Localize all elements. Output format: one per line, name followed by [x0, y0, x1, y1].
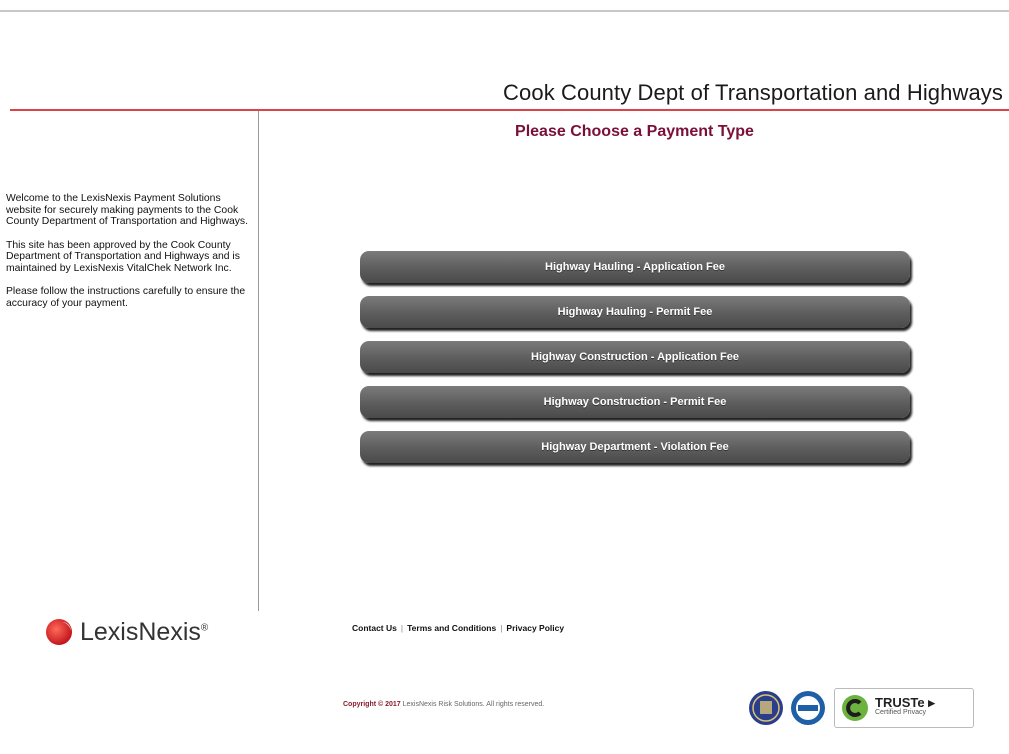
lexisnexis-logo-text: LexisNexis®: [80, 617, 209, 646]
top-border: [0, 10, 1009, 12]
contact-us-link[interactable]: Contact Us: [352, 623, 397, 633]
truste-icon: [842, 695, 868, 721]
page-title: Please Choose a Payment Type: [515, 123, 754, 140]
nacha-badge-icon[interactable]: [790, 690, 826, 726]
terms-link[interactable]: Terms and Conditions: [407, 623, 496, 633]
footer-links: Contact Us | Terms and Conditions | Privacy …: [352, 623, 565, 633]
hauling-application-fee-button[interactable]: Highway Hauling - Application Fee: [360, 251, 910, 283]
page-header-title: Cook County Dept of Transportation and H…: [503, 80, 1003, 105]
copyright-text: LexisNexis Risk Solutions. All rights re…: [402, 701, 545, 708]
truste-badge[interactable]: TRUSTe ▸ Certified Privacy: [834, 688, 974, 728]
hauling-permit-fee-button[interactable]: Highway Hauling - Permit Fee: [360, 296, 910, 328]
privacy-policy-link[interactable]: Privacy Policy: [506, 623, 564, 633]
header-divider: [10, 109, 1009, 111]
copyright: Copyright © 2017 LexisNexis Risk Solutio…: [343, 701, 544, 708]
sidebar-welcome-text: Welcome to the LexisNexis Payment Soluti…: [6, 193, 248, 227]
trust-badges: TRUSTe ▸ Certified Privacy: [748, 688, 974, 728]
play-arrow-icon: ▸: [928, 695, 935, 710]
construction-application-fee-button[interactable]: Highway Construction - Application Fee: [360, 341, 910, 373]
sidebar-approval-text: This site has been approved by the Cook …: [6, 239, 240, 274]
seal-badge-icon[interactable]: [748, 690, 784, 726]
department-violation-fee-button[interactable]: Highway Department - Violation Fee: [360, 431, 910, 463]
sidebar: Welcome to the LexisNexis Payment Soluti…: [6, 193, 252, 321]
truste-subtitle: Certified Privacy: [875, 709, 926, 716]
construction-permit-fee-button[interactable]: Highway Construction - Permit Fee: [360, 386, 910, 418]
sidebar-instructions-text: Please follow the instructions carefully…: [6, 286, 246, 309]
copyright-year: Copyright © 2017: [343, 701, 401, 708]
lexisnexis-logo: LexisNexis®: [44, 617, 208, 647]
lexisnexis-logo-icon: [46, 619, 72, 645]
sidebar-divider: [258, 111, 259, 611]
